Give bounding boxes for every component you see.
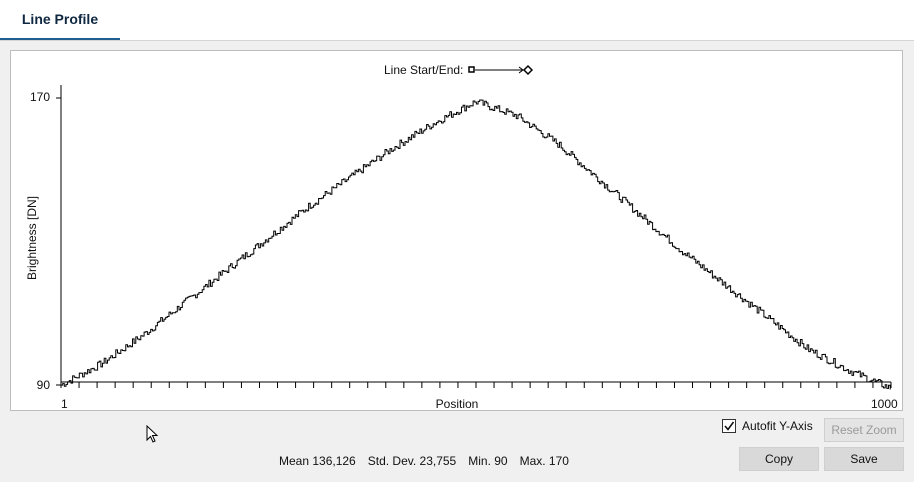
legend-label: Line Start/End: <box>384 63 464 77</box>
y-tick-label-bottom: 90 <box>36 378 50 392</box>
stat-mean: Mean 136,126 <box>279 454 356 468</box>
tab-line-profile[interactable]: Line Profile <box>0 0 120 40</box>
checkmark-icon <box>724 421 735 431</box>
line-profile-panel: Line Start/End: 170 90 Brightness [DN] 1… <box>0 41 914 482</box>
x-axis-label: Position <box>435 397 479 411</box>
chart-canvas[interactable] <box>11 51 902 410</box>
tab-line-profile-label: Line Profile <box>21 11 99 27</box>
y-tick-label-top: 170 <box>29 90 50 104</box>
statistics-bar: Mean 136,126 Std. Dev. 23,755 Min. 90 Ma… <box>279 454 569 468</box>
line-start-end-icon <box>468 64 534 76</box>
reset-zoom-label: Reset Zoom <box>831 423 897 437</box>
copy-button[interactable]: Copy <box>739 447 819 471</box>
stat-std-dev: Std. Dev. 23,755 <box>367 454 457 468</box>
save-button[interactable]: Save <box>824 447 904 471</box>
autofit-y-axis-toggle[interactable]: Autofit Y-Axis <box>722 419 813 433</box>
reset-zoom-button[interactable]: Reset Zoom <box>824 418 904 442</box>
chart-legend: Line Start/End: <box>384 63 534 77</box>
mouse-cursor-icon <box>146 425 159 443</box>
x-tick-label-start: 1 <box>61 397 68 411</box>
copy-label: Copy <box>764 452 793 466</box>
profile-series-line <box>61 99 891 390</box>
y-axis-label: Brightness [DN] <box>25 195 39 281</box>
stat-min: Min. 90 <box>468 454 508 468</box>
x-tick-label-end: 1000 <box>871 397 898 411</box>
tab-bar: Line Profile <box>0 0 914 41</box>
save-label: Save <box>850 452 878 466</box>
line-profile-chart[interactable]: Line Start/End: 170 90 Brightness [DN] 1… <box>10 50 903 411</box>
autofit-checkbox[interactable] <box>722 419 736 433</box>
autofit-label: Autofit Y-Axis <box>742 419 813 433</box>
x-axis-ticks <box>60 382 892 388</box>
stat-max: Max. 170 <box>519 454 569 468</box>
